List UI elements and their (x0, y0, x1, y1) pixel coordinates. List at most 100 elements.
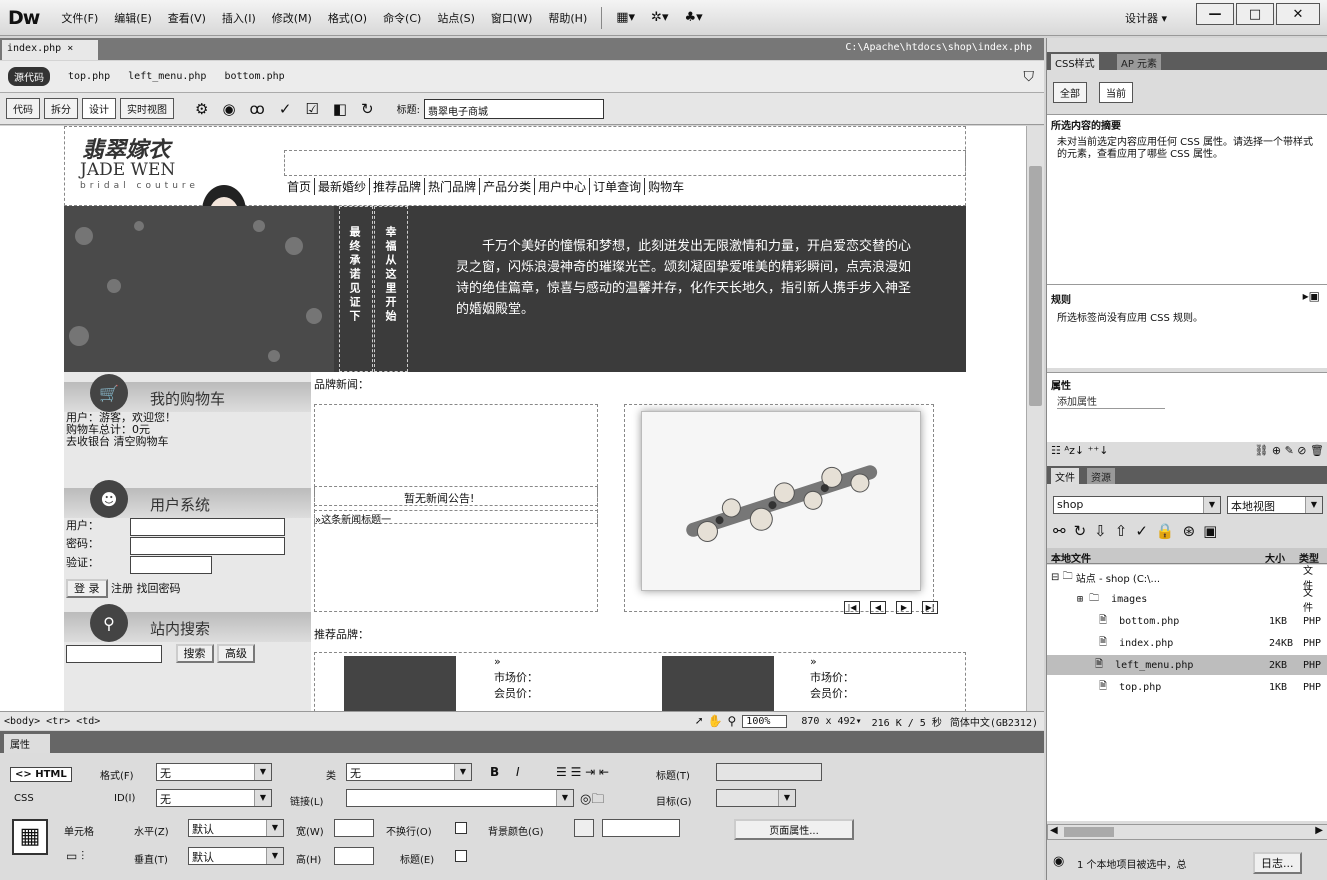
brand-thumb-2[interactable] (662, 656, 774, 711)
bold-button[interactable]: B (490, 765, 499, 779)
show-set-icon[interactable]: ⁺⁺↓ (1088, 444, 1109, 457)
bgcolor-input[interactable] (602, 819, 680, 837)
browse-folder-icon[interactable]: ◎🗀 (580, 790, 604, 812)
refresh-icon[interactable]: ↻ (356, 100, 379, 118)
nav-hot-brands[interactable]: 热门品牌 (425, 178, 481, 195)
expand-icon[interactable]: ▣ (1203, 522, 1225, 540)
log-button[interactable]: 日志... (1253, 852, 1302, 874)
rules-toggle-icon[interactable]: ▸▣ (1303, 289, 1320, 303)
design-canvas[interactable]: 翡翠嫁衣 JADE WEN bridal couture 首页 最新婚纱 推荐品… (0, 126, 1026, 711)
col-size[interactable]: 大小 (1265, 550, 1285, 565)
add-property-link[interactable]: 添加属性 (1057, 393, 1165, 409)
get-icon[interactable]: ⇩ (1094, 522, 1115, 540)
inspect-icon[interactable]: ⚙ (190, 100, 213, 118)
brand-thumb-1[interactable] (344, 656, 456, 711)
minimize-button[interactable]: — (1196, 3, 1234, 25)
page-properties-button[interactable]: 页面属性... (734, 819, 854, 840)
nav-new-dresses[interactable]: 最新婚纱 (315, 178, 371, 195)
target-select[interactable] (716, 789, 796, 807)
collapse-icon[interactable]: ⊟ (1051, 572, 1059, 583)
menu-insert[interactable]: 插入(I) (214, 10, 264, 26)
pager-last[interactable]: ▶| (922, 601, 938, 614)
brand-name-1[interactable]: » (494, 654, 538, 670)
scroll-right-icon[interactable]: ▶ (1315, 825, 1323, 836)
col-local-files[interactable]: 本地文件 (1051, 550, 1091, 565)
maximize-button[interactable]: □ (1236, 3, 1274, 25)
menu-help[interactable]: 帮助(H) (540, 10, 595, 26)
expand-icon[interactable]: ⊞ (1077, 594, 1083, 605)
width-input[interactable] (334, 819, 374, 837)
connect-icon[interactable]: ⚯ (1053, 522, 1074, 540)
show-category-icon[interactable]: ☷ (1051, 444, 1061, 457)
related-file-left-menu[interactable]: left_menu.php (128, 71, 206, 82)
sync-icon[interactable]: ⊛ (1183, 522, 1204, 540)
properties-tab[interactable]: 属性 (4, 734, 50, 753)
tab-assets[interactable]: 资源 (1087, 468, 1115, 484)
visual-aids-icon[interactable]: ☑ (300, 100, 323, 118)
title-input[interactable]: 翡翠电子商城 (424, 98, 604, 119)
file-row-left-menu[interactable]: 🗎 left_menu.php 2KB PHP (1047, 655, 1327, 675)
height-input[interactable] (334, 847, 374, 865)
pager-first[interactable]: |◀ (844, 601, 860, 614)
pager-prev[interactable]: ◀ (870, 601, 886, 614)
debug-icon[interactable]: ꝏ (245, 100, 270, 118)
menu-file[interactable]: 文件(F) (53, 10, 106, 26)
select-tool-icon[interactable]: ➚ (695, 714, 702, 728)
tab-ap-elements[interactable]: AP 元素 (1117, 54, 1162, 70)
id-select[interactable]: 无 (156, 789, 272, 807)
list-icons[interactable]: ☰ ☰ ⇥ ⇤ (556, 765, 609, 779)
mode-current-button[interactable]: 当前 (1099, 82, 1133, 103)
menu-edit[interactable]: 编辑(E) (106, 10, 160, 26)
nav-categories[interactable]: 产品分类 (480, 178, 536, 195)
login-button[interactable]: 登 录 (66, 579, 108, 598)
captcha-input[interactable] (130, 556, 212, 574)
register-links[interactable]: 注册 找回密码 (111, 582, 181, 595)
password-input[interactable] (130, 537, 285, 555)
nav-user-center[interactable]: 用户中心 (535, 178, 591, 195)
browser-preview-icon[interactable]: ◉ (217, 100, 240, 118)
css-actions-icons[interactable]: ⛓ ⊕ ✎ ⊘ 🗑 (1254, 444, 1324, 457)
italic-button[interactable]: I (516, 765, 520, 779)
view-design-button[interactable]: 设计 (82, 98, 116, 119)
scroll-thumb[interactable] (1029, 166, 1042, 406)
related-file-top[interactable]: top.php (68, 71, 110, 82)
file-row-top[interactable]: 🗎 top.php 1KB PHP (1051, 677, 1321, 697)
menu-modify[interactable]: 修改(M) (264, 10, 320, 26)
brand-name-2[interactable]: » (810, 654, 854, 670)
header-checkbox[interactable] (455, 850, 467, 862)
bgcolor-swatch[interactable] (574, 819, 594, 837)
menu-format[interactable]: 格式(O) (320, 10, 375, 26)
file-row-images[interactable]: ⊞ 🗀 images 文件 (1051, 588, 1321, 614)
file-row-index[interactable]: 🗎 index.php 24KB PHP (1051, 633, 1321, 653)
scroll-left-icon[interactable]: ◀ (1050, 825, 1058, 836)
check-browser-icon[interactable]: ◧ (328, 100, 352, 118)
view-split-button[interactable]: 拆分 (44, 98, 78, 119)
vert-select[interactable]: 默认 (188, 847, 284, 865)
search-button[interactable]: 搜索 (175, 644, 214, 663)
horz-select[interactable]: 默认 (188, 819, 284, 837)
filter-icon[interactable]: ⛉ (1024, 69, 1035, 85)
view-live-button[interactable]: 实时视图 (120, 98, 174, 119)
format-select[interactable]: 无 (156, 763, 272, 781)
tab-files[interactable]: 文件 (1051, 468, 1079, 484)
workspace-switcher[interactable]: 设计器 ▾ (1125, 10, 1167, 26)
menu-site[interactable]: 站点(S) (429, 10, 483, 26)
pager-next[interactable]: ▶ (896, 601, 912, 614)
files-hscroll[interactable]: ◀ ▶ (1047, 824, 1327, 840)
nowrap-checkbox[interactable] (455, 822, 467, 834)
news-item[interactable]: »这条新闻标题一 (314, 510, 598, 526)
extend-icon[interactable]: ✲▾ (643, 10, 676, 25)
file-row-root[interactable]: ⊟ 🗀 站点 - shop (C:\... 文件 (1051, 566, 1321, 592)
featured-product-image[interactable] (641, 411, 921, 591)
menu-window[interactable]: 窗口(W) (483, 10, 540, 26)
class-select[interactable]: 无 (346, 763, 472, 781)
hscroll-thumb[interactable] (1064, 827, 1114, 837)
site-select[interactable]: shop (1053, 496, 1221, 514)
checkout-icon[interactable]: ✓ (1135, 522, 1156, 540)
tab-index-php[interactable]: index.php × (2, 40, 98, 60)
advanced-search-button[interactable]: 高级 (217, 644, 255, 663)
nav-orders[interactable]: 订单查询 (590, 178, 646, 195)
tag-selector[interactable]: <body> <tr> <td> (0, 716, 100, 727)
refresh-files-icon[interactable]: ↻ (1074, 522, 1095, 540)
checkin-icon[interactable]: 🔒 (1156, 522, 1183, 540)
